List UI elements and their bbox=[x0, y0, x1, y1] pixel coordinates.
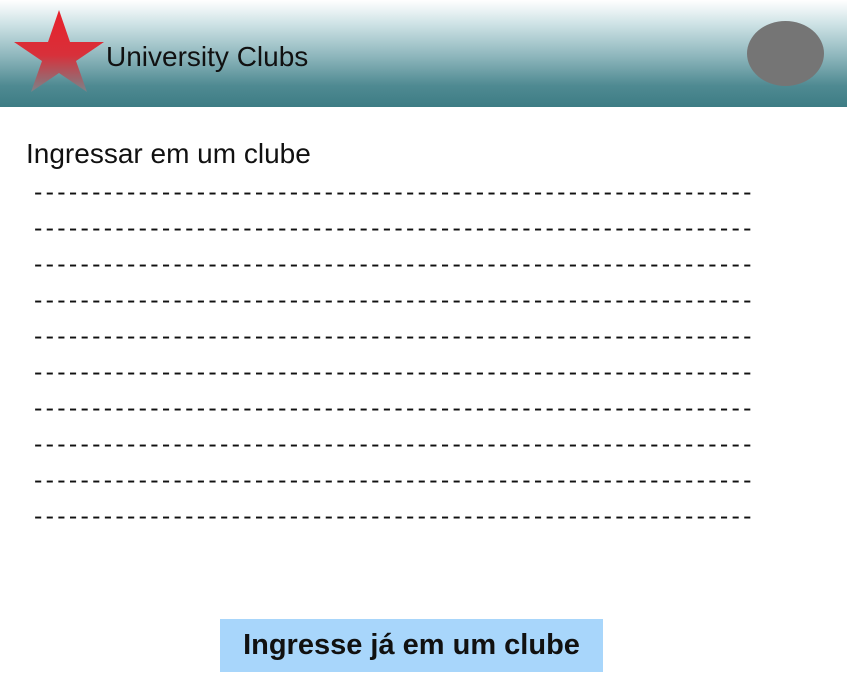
app-title: University Clubs bbox=[106, 41, 309, 72]
text-line: ----------------------------------------… bbox=[34, 322, 755, 350]
text-line: ----------------------------------------… bbox=[34, 286, 755, 314]
text-line: ----------------------------------------… bbox=[34, 250, 755, 278]
user-avatar[interactable] bbox=[747, 21, 824, 86]
page-title: Ingressar em um clube bbox=[26, 138, 311, 169]
text-line: ----------------------------------------… bbox=[34, 430, 755, 458]
join-club-button[interactable]: Ingresse já em um clube bbox=[220, 619, 603, 672]
text-line: ----------------------------------------… bbox=[34, 358, 755, 386]
star-icon bbox=[14, 10, 104, 92]
text-lines: ----------------------------------------… bbox=[34, 174, 834, 534]
text-line: ----------------------------------------… bbox=[34, 466, 755, 494]
text-line: ----------------------------------------… bbox=[34, 214, 755, 242]
app-header: University Clubs bbox=[0, 0, 847, 107]
text-line: ----------------------------------------… bbox=[34, 394, 755, 422]
text-line: ----------------------------------------… bbox=[34, 502, 755, 530]
text-line: ----------------------------------------… bbox=[34, 178, 755, 206]
